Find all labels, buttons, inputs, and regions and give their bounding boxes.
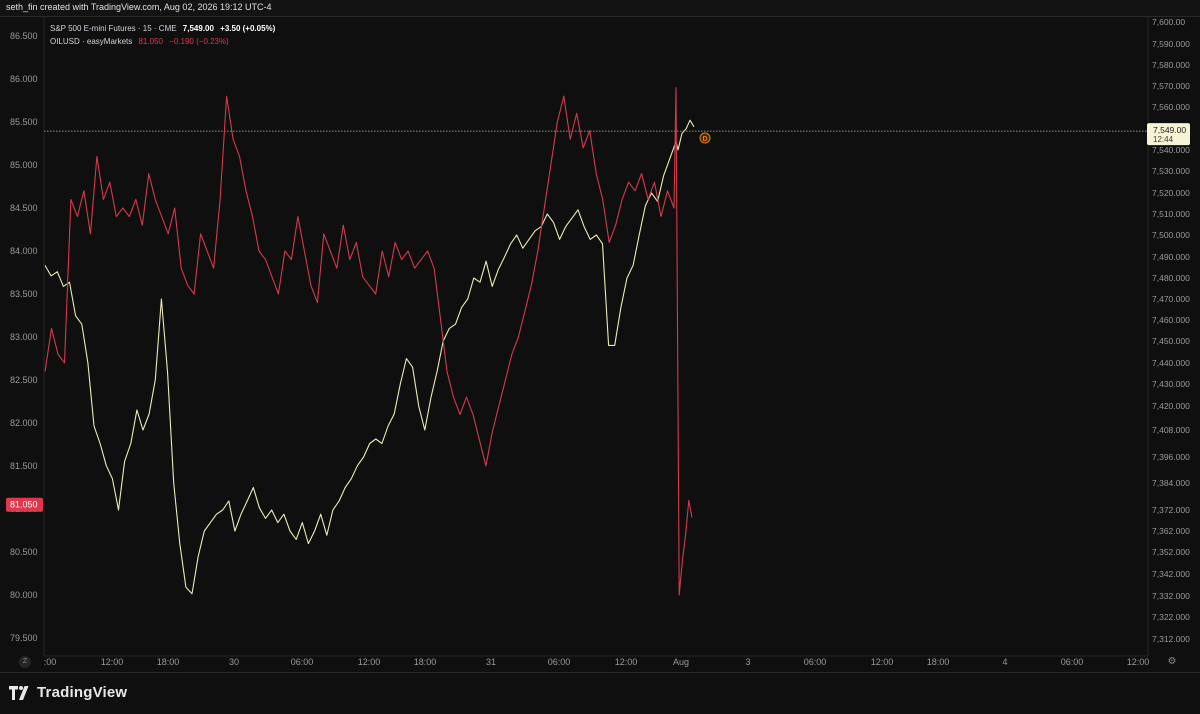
time-axis-tick: 12:00 bbox=[615, 657, 638, 667]
time-axis-tick: 06:00 bbox=[1061, 657, 1084, 667]
right-axis-tick: 7,342.000 bbox=[1152, 569, 1190, 579]
time-axis-tick: 4 bbox=[1002, 657, 1007, 667]
header-title: seth_fin created with TradingView.com, A… bbox=[6, 2, 272, 12]
left-axis-tick: 81.500 bbox=[10, 461, 38, 471]
time-axis-tick: 06:00 bbox=[548, 657, 571, 667]
right-axis-tick: 7,362.000 bbox=[1152, 526, 1190, 536]
chart-canvas[interactable]: 86.500 86.000 85.500 85.000 84.500 84.000 83.5… bbox=[0, 16, 1200, 672]
dividend-marker-icon[interactable]: D bbox=[699, 132, 711, 144]
right-axis-tick: 7,372.000 bbox=[1152, 505, 1190, 515]
right-axis-tick: 7,332.000 bbox=[1152, 591, 1190, 601]
left-axis-tick: 83.500 bbox=[10, 289, 38, 299]
settings-icon[interactable]: ⚙ bbox=[1166, 656, 1178, 668]
right-axis-tick: 7,470.000 bbox=[1152, 294, 1190, 304]
time-axis-tick: 12:00 bbox=[871, 657, 894, 667]
left-axis-tick: 83.000 bbox=[10, 332, 38, 342]
footer-bar bbox=[0, 672, 1200, 714]
left-price-axis[interactable]: 86.500 86.000 85.500 85.000 84.500 84.000 83.5… bbox=[6, 31, 43, 643]
time-axis-tick: 12:00 bbox=[101, 657, 124, 667]
right-axis-tick: 7,490.000 bbox=[1152, 252, 1190, 262]
right-axis-tick: 7,352.000 bbox=[1152, 547, 1190, 557]
right-axis-tick: 7,500.000 bbox=[1152, 230, 1190, 240]
svg-text:D: D bbox=[702, 136, 707, 143]
right-axis-tick: 7,312.000 bbox=[1152, 634, 1190, 644]
right-axis-tick: 7,530.000 bbox=[1152, 166, 1190, 176]
chart-header: seth_fin created with TradingView.com, A… bbox=[0, 0, 1200, 17]
time-axis-tick: :00 bbox=[44, 657, 57, 667]
right-axis-tick: 7,600.00 bbox=[1152, 17, 1185, 27]
time-axis-tick: Aug bbox=[673, 657, 689, 667]
tradingview-logo-icon bbox=[9, 685, 29, 700]
right-price-axis[interactable]: 7,600.00 7,590.000 7,580.000 7,570.000 7,560… bbox=[1147, 17, 1190, 644]
right-axis-tick: 7,420.000 bbox=[1152, 401, 1190, 411]
time-axis-tick: 18:00 bbox=[157, 657, 180, 667]
right-axis-tick: 7,396.000 bbox=[1152, 452, 1190, 462]
oil-series-line bbox=[44, 87, 693, 596]
tradingview-logo[interactable]: TradingView bbox=[9, 684, 127, 701]
right-axis-tick: 7,460.000 bbox=[1152, 315, 1190, 325]
left-axis-tick: 82.500 bbox=[10, 375, 38, 385]
oil-last-price-value: 81.050 bbox=[10, 500, 38, 510]
right-axis-tick: 7,480.000 bbox=[1152, 273, 1190, 283]
right-axis-tick: 7,570.000 bbox=[1152, 81, 1190, 91]
right-axis-tick: 7,384.000 bbox=[1152, 478, 1190, 488]
legend-es-price: 7,549.00 bbox=[182, 24, 214, 33]
legend-es-name: S&P 500 E-mini Futures · 15 · CME bbox=[50, 24, 177, 33]
left-axis-tick: 82.000 bbox=[10, 418, 38, 428]
es-last-price-value: 7,549.00 bbox=[1153, 125, 1186, 135]
left-axis-tick: 84.500 bbox=[10, 203, 38, 213]
right-axis-tick: 7,510.000 bbox=[1152, 209, 1190, 219]
chart-grid bbox=[43, 16, 1149, 657]
time-axis[interactable]: :00 12:00 18:00 30 06:00 12:00 18:00 31 06:00 12:… bbox=[44, 657, 1150, 667]
right-axis-tick: 7,590.000 bbox=[1152, 39, 1190, 49]
right-axis-tick: 7,430.000 bbox=[1152, 379, 1190, 389]
time-axis-tick: 06:00 bbox=[804, 657, 827, 667]
zoom-reset-button[interactable]: Z bbox=[19, 656, 31, 668]
marker-layer: D bbox=[699, 132, 711, 144]
es-last-price-tag[interactable]: 7,549.0012:44 bbox=[1147, 123, 1190, 146]
right-axis-tick: 7,560.000 bbox=[1152, 102, 1190, 112]
right-axis-tick: 7,520.000 bbox=[1152, 188, 1190, 198]
left-axis-tick: 80.000 bbox=[10, 590, 38, 600]
left-axis-tick: 86.500 bbox=[10, 31, 38, 41]
time-axis-tick: 30 bbox=[229, 657, 239, 667]
es-countdown: 12:44 bbox=[1153, 135, 1174, 144]
left-axis-tick: 85.000 bbox=[10, 160, 38, 170]
oil-last-price-tag[interactable]: 81.050 bbox=[6, 497, 43, 512]
right-axis-tick: 7,540.000 bbox=[1152, 145, 1190, 155]
time-axis-tick: 06:00 bbox=[291, 657, 314, 667]
legend-oil-price: 81.050 bbox=[138, 37, 163, 46]
right-axis-tick: 7,408.000 bbox=[1152, 425, 1190, 435]
right-axis-tick: 7,322.000 bbox=[1152, 612, 1190, 622]
legend-oil-change: −0.190 (−0.23%) bbox=[169, 37, 229, 46]
left-axis-tick: 79.500 bbox=[10, 633, 38, 643]
legend-es-change: +3.50 (+0.05%) bbox=[220, 24, 276, 33]
time-axis-tick: 3 bbox=[745, 657, 750, 667]
left-axis-tick: 85.500 bbox=[10, 117, 38, 127]
legend-oil-name: OILUSD · easyMarkets bbox=[50, 37, 133, 46]
time-axis-tick: 31 bbox=[486, 657, 496, 667]
legend-oil[interactable]: OILUSD · easyMarkets 81.050 −0.190 (−0.2… bbox=[50, 37, 233, 46]
legend-es[interactable]: S&P 500 E-mini Futures · 15 · CME 7,549.… bbox=[50, 24, 279, 33]
right-axis-tick: 7,450.000 bbox=[1152, 336, 1190, 346]
left-axis-tick: 80.500 bbox=[10, 547, 38, 557]
time-axis-tick: 18:00 bbox=[927, 657, 950, 667]
time-axis-tick: 18:00 bbox=[414, 657, 437, 667]
time-axis-tick: 12:00 bbox=[358, 657, 381, 667]
right-axis-tick: 7,440.000 bbox=[1152, 358, 1190, 368]
right-axis-tick: 7,580.000 bbox=[1152, 60, 1190, 70]
tradingview-brand: TradingView bbox=[37, 684, 128, 701]
series-layer bbox=[44, 87, 695, 596]
left-axis-tick: 86.000 bbox=[10, 74, 38, 84]
es-series-line bbox=[44, 119, 695, 595]
left-axis-tick: 84.000 bbox=[10, 246, 38, 256]
time-axis-tick: 12:00 bbox=[1127, 657, 1150, 667]
